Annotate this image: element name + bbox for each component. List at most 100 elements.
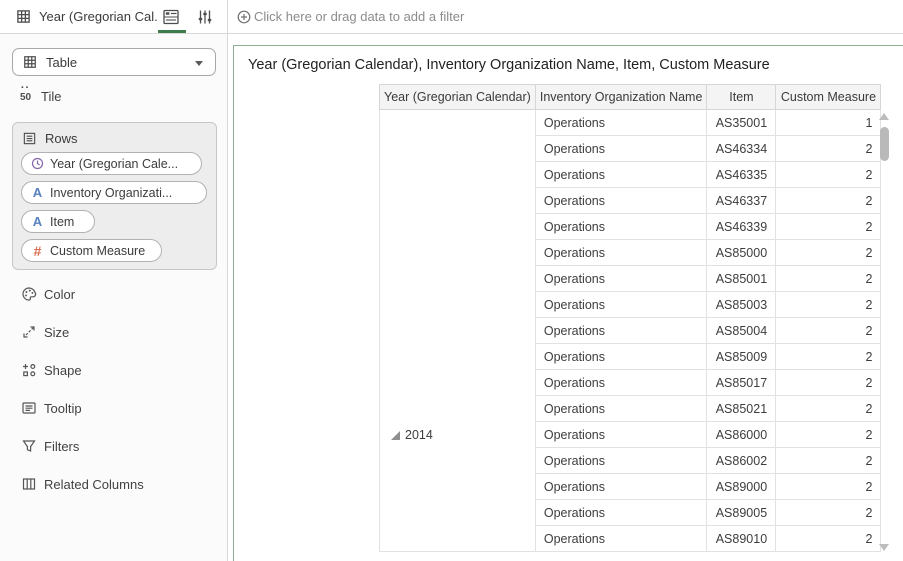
cell-measure[interactable]: 2 — [775, 265, 882, 292]
cell-org[interactable]: Operations — [534, 447, 708, 474]
rows-pill-year[interactable]: Year (Gregorian Cale... — [21, 152, 202, 175]
scrollbar-thumb[interactable] — [880, 127, 889, 161]
cell-org[interactable]: Operations — [534, 265, 708, 292]
workbook-canvas: Year (Gregorian Cal... Click here or dra… — [0, 0, 903, 561]
cell-measure[interactable]: 2 — [775, 317, 882, 344]
tile-number-icon: ·· 50 — [20, 82, 32, 104]
column-header-org[interactable]: Inventory Organization Name — [534, 84, 708, 110]
cell-org[interactable]: Operations — [534, 473, 708, 500]
cell-org[interactable]: Operations — [534, 395, 708, 422]
attribute-a-icon: A — [32, 214, 43, 229]
cell-item[interactable]: AS46339 — [706, 213, 777, 240]
cell-measure[interactable]: 2 — [775, 499, 882, 526]
column-header-item[interactable]: Item — [706, 84, 777, 110]
cell-measure[interactable]: 2 — [775, 525, 882, 552]
cell-item[interactable]: AS85003 — [706, 291, 777, 318]
size-arrow-icon — [20, 324, 37, 341]
year-group-cell[interactable]: 2014 — [379, 109, 536, 552]
cell-item[interactable]: AS85009 — [706, 343, 777, 370]
cell-org[interactable]: Operations — [534, 525, 708, 552]
cell-item[interactable]: AS85004 — [706, 317, 777, 344]
sidebar-item-label: Size — [44, 324, 70, 340]
cell-org[interactable]: Operations — [534, 187, 708, 214]
cell-measure[interactable]: 2 — [775, 395, 882, 422]
sidebar-item-shape[interactable]: Shape — [0, 359, 228, 381]
cell-item[interactable]: AS35001 — [706, 109, 777, 136]
cell-measure[interactable]: 2 — [775, 161, 882, 188]
table-row[interactable]: 2014 Operations AS35001 1 — [379, 109, 882, 552]
cell-org[interactable]: Operations — [534, 109, 708, 136]
table-viz-icon — [17, 10, 30, 23]
year-group-label[interactable]: 2014 — [391, 428, 433, 442]
rows-header: Rows — [22, 131, 78, 146]
cell-item[interactable]: AS46335 — [706, 161, 777, 188]
cell-org[interactable]: Operations — [534, 421, 708, 448]
add-filter-plus-icon[interactable] — [237, 10, 251, 24]
cell-item[interactable]: AS85021 — [706, 395, 777, 422]
measure-hash-icon: # — [33, 242, 42, 259]
cell-item[interactable]: AS46337 — [706, 187, 777, 214]
cell-org[interactable]: Operations — [534, 291, 708, 318]
sidebar-item-color[interactable]: Color — [0, 283, 228, 305]
tile-target[interactable]: ·· 50 Tile — [20, 82, 61, 106]
cell-measure[interactable]: 2 — [775, 135, 882, 162]
cell-org[interactable]: Operations — [534, 369, 708, 396]
chevron-down-icon — [195, 61, 203, 66]
column-header-year[interactable]: Year (Gregorian Calendar) — [379, 84, 536, 110]
column-header-measure[interactable]: Custom Measure — [775, 84, 882, 110]
cell-measure[interactable]: 2 — [775, 343, 882, 370]
grammar-panel-tab[interactable] — [162, 8, 180, 26]
table-visualization-panel[interactable]: Year (Gregorian Calendar), Inventory Org… — [233, 45, 903, 561]
cell-org[interactable]: Operations — [534, 239, 708, 266]
pill-label: Item — [50, 214, 75, 229]
scroll-up-arrow-icon[interactable] — [879, 113, 889, 120]
cell-measure[interactable]: 2 — [775, 239, 882, 266]
cell-item[interactable]: AS85001 — [706, 265, 777, 292]
cell-measure[interactable]: 2 — [775, 447, 882, 474]
palette-icon — [20, 286, 37, 303]
cell-org[interactable]: Operations — [534, 161, 708, 188]
sidebar-item-related-columns[interactable]: Related Columns — [0, 473, 228, 495]
cell-item[interactable]: AS89010 — [706, 525, 777, 552]
cell-org[interactable]: Operations — [534, 343, 708, 370]
rows-pill-inventory-org[interactable]: A Inventory Organizati... — [21, 181, 207, 204]
cell-measure[interactable]: 2 — [775, 213, 882, 240]
viz-title: Year (Gregorian Calendar), Inventory Org… — [248, 57, 770, 73]
filter-bar[interactable]: Click here or drag data to add a filter — [229, 0, 903, 33]
rows-label: Rows — [45, 131, 78, 146]
cell-org[interactable]: Operations — [534, 135, 708, 162]
properties-panel-tab[interactable] — [196, 8, 214, 26]
cell-org[interactable]: Operations — [534, 317, 708, 344]
cell-item[interactable]: AS86000 — [706, 421, 777, 448]
cell-item[interactable]: AS46334 — [706, 135, 777, 162]
cell-measure[interactable]: 2 — [775, 369, 882, 396]
viz-type-dropdown[interactable]: Table — [12, 48, 216, 76]
scroll-down-arrow-icon[interactable] — [879, 544, 889, 551]
cell-item[interactable]: AS85000 — [706, 239, 777, 266]
columns-icon — [20, 476, 37, 493]
rows-drop-zone: Rows Year (Gregorian Cale... A Inventory… — [12, 122, 217, 270]
cell-measure[interactable]: 2 — [775, 291, 882, 318]
cell-item[interactable]: AS89005 — [706, 499, 777, 526]
sidebar-item-size[interactable]: Size — [0, 321, 228, 343]
rows-pill-custom-measure[interactable]: # Custom Measure — [21, 239, 162, 262]
cell-measure[interactable]: 1 — [775, 109, 882, 136]
cell-org[interactable]: Operations — [534, 213, 708, 240]
vertical-scrollbar[interactable] — [876, 110, 893, 554]
rows-list-icon — [23, 132, 36, 145]
year-group-value: 2014 — [405, 428, 433, 442]
cell-measure[interactable]: 2 — [775, 187, 882, 214]
pill-label: Inventory Organizati... — [50, 185, 173, 200]
sidebar-item-tooltip[interactable]: Tooltip — [0, 397, 228, 419]
cell-item[interactable]: AS85017 — [706, 369, 777, 396]
viz-tab-title[interactable]: Year (Gregorian Cal... — [39, 9, 157, 24]
sidebar-item-label: Filters — [44, 438, 80, 454]
rows-pill-item[interactable]: A Item — [21, 210, 95, 233]
cell-measure[interactable]: 2 — [775, 473, 882, 500]
filter-bar-placeholder: Click here or drag data to add a filter — [254, 9, 465, 24]
cell-measure[interactable]: 2 — [775, 421, 882, 448]
cell-item[interactable]: AS86002 — [706, 447, 777, 474]
cell-org[interactable]: Operations — [534, 499, 708, 526]
cell-item[interactable]: AS89000 — [706, 473, 777, 500]
sidebar-item-filters[interactable]: Filters — [0, 435, 228, 457]
